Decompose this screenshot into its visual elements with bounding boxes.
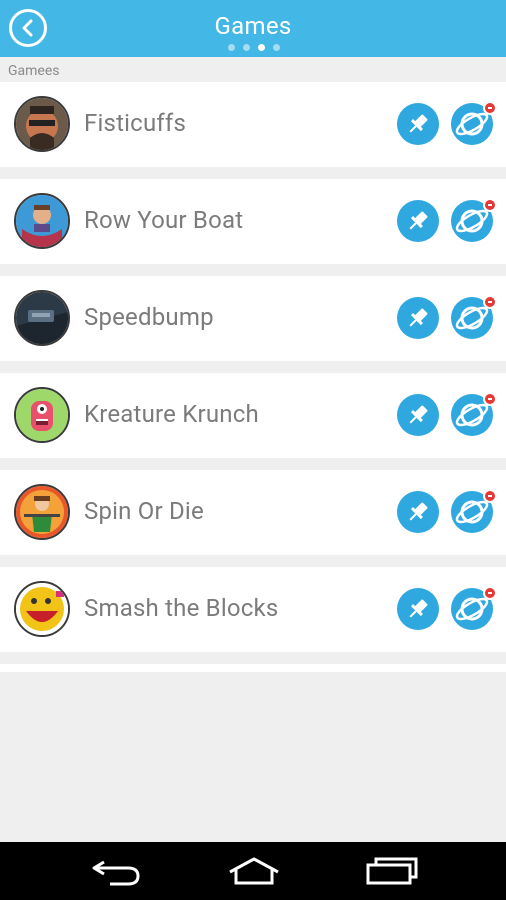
back-arrow-icon[interactable]	[90, 856, 144, 890]
pin-icon	[409, 308, 428, 327]
page-dot	[243, 44, 250, 51]
remove-game-button[interactable]	[451, 295, 497, 339]
speedbump-game-icon	[14, 290, 70, 346]
pin-icon	[409, 211, 428, 230]
pin-button[interactable]	[397, 394, 439, 436]
pin-button[interactable]	[397, 588, 439, 630]
game-name: Speedbump	[84, 303, 214, 331]
page-dot-active	[258, 44, 265, 51]
spin-or-die-game-icon	[14, 484, 70, 540]
game-name: Fisticuffs	[84, 109, 187, 137]
pin-icon	[409, 405, 428, 424]
pin-button[interactable]	[397, 103, 439, 145]
pin-button[interactable]	[397, 200, 439, 242]
games-list: Fisticuffs Row Your Boat Speedbump Kreat…	[0, 82, 506, 672]
pin-icon	[409, 114, 428, 133]
list-item[interactable]: Speedbump	[0, 276, 506, 361]
kreature-krunch-game-icon	[14, 387, 70, 443]
page-dot	[228, 44, 235, 51]
list-end-divider	[0, 664, 506, 672]
list-item[interactable]: Row Your Boat	[0, 179, 506, 264]
game-name: Spin Or Die	[84, 497, 204, 525]
list-item[interactable]: Smash the Blocks	[0, 567, 506, 652]
remove-game-button[interactable]	[451, 198, 497, 242]
remove-game-button[interactable]	[451, 101, 497, 145]
remove-game-button[interactable]	[451, 392, 497, 436]
list-item[interactable]: Kreature Krunch	[0, 373, 506, 458]
remove-badge-icon	[483, 198, 497, 212]
recent-apps-icon[interactable]	[364, 856, 420, 890]
system-nav-bar	[0, 842, 506, 900]
pin-button[interactable]	[397, 297, 439, 339]
pin-button[interactable]	[397, 491, 439, 533]
remove-game-button[interactable]	[451, 489, 497, 533]
game-name: Smash the Blocks	[84, 594, 279, 622]
row-your-boat-game-icon	[14, 193, 70, 249]
remove-badge-icon	[483, 392, 497, 406]
section-label: Gamees	[8, 63, 60, 79]
remove-badge-icon	[483, 586, 497, 600]
remove-game-button[interactable]	[451, 586, 497, 630]
page-dot	[273, 44, 280, 51]
page-title: Games	[214, 12, 292, 40]
smash-the-blocks-game-icon	[14, 581, 70, 637]
app-header: Games	[0, 0, 506, 57]
list-item[interactable]: Spin Or Die	[0, 470, 506, 555]
pin-icon	[409, 502, 428, 521]
game-name: Row Your Boat	[84, 206, 244, 234]
home-icon[interactable]	[226, 856, 282, 890]
pin-icon	[409, 599, 428, 618]
remove-badge-icon	[483, 295, 497, 309]
fisticuffs-game-icon	[14, 96, 70, 152]
game-name: Kreature Krunch	[84, 400, 259, 428]
remove-badge-icon	[483, 489, 497, 503]
remove-badge-icon	[483, 101, 497, 115]
page-indicator	[228, 44, 280, 52]
list-item[interactable]: Fisticuffs	[0, 82, 506, 167]
